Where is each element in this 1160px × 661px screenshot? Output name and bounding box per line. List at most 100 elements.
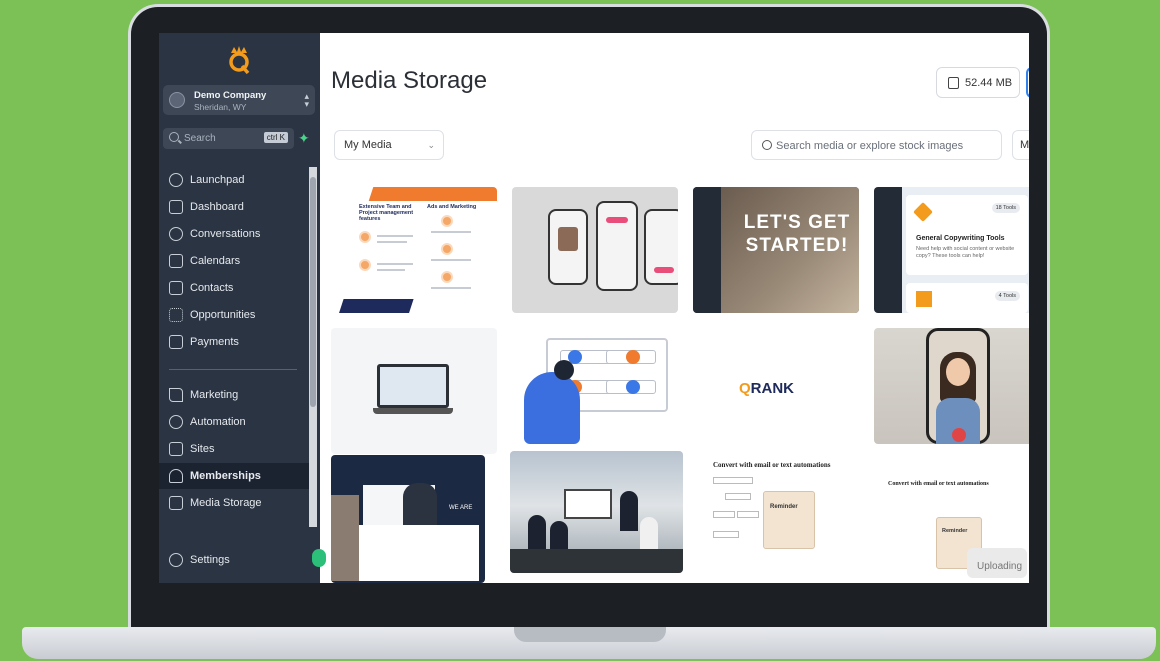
media-card[interactable] (512, 187, 678, 313)
text-line (377, 269, 405, 271)
sidebar-item-sites[interactable]: Sites (169, 439, 309, 459)
media-card[interactable]: Extensive Team and Project management fe… (331, 187, 497, 313)
photo-thumb (558, 227, 578, 251)
brand-logo-icon[interactable] (225, 43, 253, 75)
sidebar-item-label: Dashboard (190, 201, 244, 213)
card-overlay-text: WE ARE (449, 505, 473, 511)
phone-mockup (596, 201, 638, 291)
browser-icon (169, 442, 183, 456)
feature-icon (441, 243, 453, 255)
search-shortcut-badge: ctrl K (263, 132, 288, 143)
media-search-input[interactable]: Search media or explore stock images (751, 130, 1002, 160)
media-card[interactable] (874, 328, 1029, 444)
feature-icon (359, 231, 371, 243)
tools-panel: 18 Tools General Copywriting Tools Need … (906, 195, 1028, 275)
panel-subtitle: Need help with social content or website… (916, 246, 1015, 259)
decor-band (368, 187, 497, 201)
sidebar-item-automation[interactable]: Automation (169, 412, 309, 432)
sidebar-item-label: Settings (190, 554, 230, 566)
sidebar-item-label: Conversations (190, 228, 261, 240)
secondary-filter-select[interactable]: M (1012, 130, 1029, 160)
text-line (431, 259, 471, 261)
sidebar-item-label: Media Storage (190, 497, 262, 509)
database-icon (948, 77, 959, 89)
media-card[interactable]: Convert with email or text automations R… (693, 451, 859, 583)
sparkle-icon[interactable]: ✦ (298, 130, 313, 148)
search-icon (169, 132, 179, 142)
sidebar-item-label: Automation (190, 416, 246, 428)
upload-button[interactable] (1026, 67, 1029, 98)
media-filter-select[interactable]: My Media ⌄ (334, 130, 444, 160)
company-location: Sheridan, WY (194, 102, 247, 112)
pink-button (654, 267, 674, 273)
flow-node (725, 493, 751, 500)
card-title: Convert with email or text automations (888, 481, 989, 487)
sidebar-item-payments[interactable]: Payments (169, 332, 309, 352)
image-icon (169, 496, 183, 510)
help-launcher-button[interactable] (312, 549, 326, 567)
page-title: Media Storage (331, 67, 488, 94)
card-title: Convert with email or text automations (713, 461, 831, 469)
rank-logo-q: Q (739, 380, 751, 397)
media-card[interactable]: 18 Tools General Copywriting Tools Need … (874, 187, 1029, 313)
media-card[interactable] (331, 328, 497, 454)
person-photo (403, 483, 437, 525)
media-card[interactable] (512, 328, 678, 454)
funnel-icon (169, 308, 183, 322)
sidebar-item-dashboard[interactable]: Dashboard (169, 197, 309, 217)
company-avatar-icon (169, 92, 185, 108)
sidebar-item-label: Memberships (190, 470, 261, 482)
calendar-icon (169, 254, 183, 268)
media-card[interactable]: QRANK (693, 328, 859, 454)
sidebar-item-calendars[interactable]: Calendars (169, 251, 309, 271)
presentation-screen (564, 489, 612, 519)
sidebar-divider (169, 369, 297, 370)
storage-usage-button[interactable]: 52.44 MB (936, 67, 1020, 98)
sidebar-item-label: Contacts (190, 282, 234, 294)
sidebar-scrollbar[interactable] (309, 167, 317, 527)
sidebar-search[interactable]: Search ctrl K (163, 128, 294, 149)
sidebar-item-settings[interactable]: Settings (169, 550, 309, 570)
search-icon (762, 140, 772, 150)
sidebar-item-label: Sites (190, 443, 215, 455)
phone-mockup (644, 209, 678, 285)
reminder-title: Reminder (770, 504, 798, 510)
company-switcher[interactable]: Demo Company Sheridan, WY ▴ ▾ (163, 85, 315, 115)
company-name: Demo Company (194, 90, 267, 101)
media-search-placeholder: Search media or explore stock images (776, 140, 964, 152)
pencil-icon (913, 202, 933, 222)
text-line (431, 287, 471, 289)
avatar (626, 380, 640, 394)
chevron-updown-icon: ▴ ▾ (304, 91, 309, 109)
sidebar-item-launchpad[interactable]: Launchpad (169, 170, 309, 190)
person-face (946, 358, 970, 386)
reminder-card: Reminder (763, 491, 815, 549)
sidebar-item-memberships[interactable]: Memberships (159, 463, 309, 489)
uploading-toast[interactable]: Uploading (967, 548, 1027, 578)
flow-node (713, 531, 739, 538)
flow-node (713, 511, 735, 518)
text-line (431, 231, 471, 233)
media-filter-value: My Media (344, 139, 392, 151)
sidebar-item-conversations[interactable]: Conversations (169, 224, 309, 244)
media-card[interactable]: WE ARE (331, 455, 485, 583)
rocket-icon (169, 173, 183, 187)
main-content: Media Storage 52.44 MB My Media ⌄ Search… (320, 33, 1029, 583)
person-illustration (524, 372, 580, 444)
sidebar-item-opportunities[interactable]: Opportunities (169, 305, 309, 325)
presenter (620, 491, 638, 531)
media-card[interactable]: LET'S GET STARTED! (693, 187, 859, 313)
sidebar-strip (693, 187, 721, 313)
sidebar-item-contacts[interactable]: Contacts (169, 278, 309, 298)
sidebar-item-label: Launchpad (190, 174, 245, 186)
chevron-down-icon: ⌄ (427, 140, 435, 150)
sidebar-item-marketing[interactable]: Marketing (169, 385, 309, 405)
scrollbar-thumb[interactable] (310, 177, 316, 407)
feature-icon (359, 259, 371, 271)
media-card[interactable] (510, 451, 683, 573)
grid-icon (169, 200, 183, 214)
tools-count-badge: 4 Tools (994, 291, 1020, 301)
sidebar-item-media-storage[interactable]: Media Storage (169, 493, 309, 513)
chart-icon (916, 291, 932, 307)
gear-icon (169, 553, 183, 567)
